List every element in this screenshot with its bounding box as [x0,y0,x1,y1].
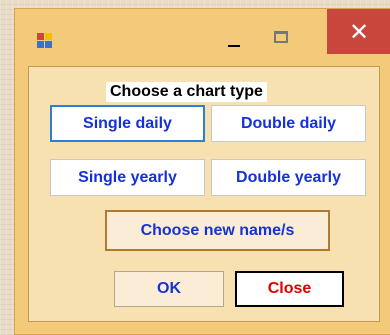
close-icon[interactable]: ✕ [327,9,390,54]
double-daily-button[interactable]: Double daily [211,105,366,142]
choose-new-name-button[interactable]: Choose new name/s [105,210,330,251]
dialog-body: Choose a chart type Single daily Double … [28,66,380,322]
double-yearly-button[interactable]: Double yearly [211,159,366,196]
single-yearly-button[interactable]: Single yearly [50,159,205,196]
minimize-icon[interactable] [223,35,245,53]
maximize-icon[interactable] [270,29,292,47]
chart-type-heading: Choose a chart type [106,82,267,102]
single-daily-button[interactable]: Single daily [50,105,205,142]
ok-button[interactable]: OK [114,271,224,307]
title-bar[interactable]: ✕ [15,9,390,63]
app-icon [37,33,53,49]
close-button[interactable]: Close [235,271,344,307]
dialog-window: ✕ Choose a chart type Single daily Doubl… [14,8,390,335]
